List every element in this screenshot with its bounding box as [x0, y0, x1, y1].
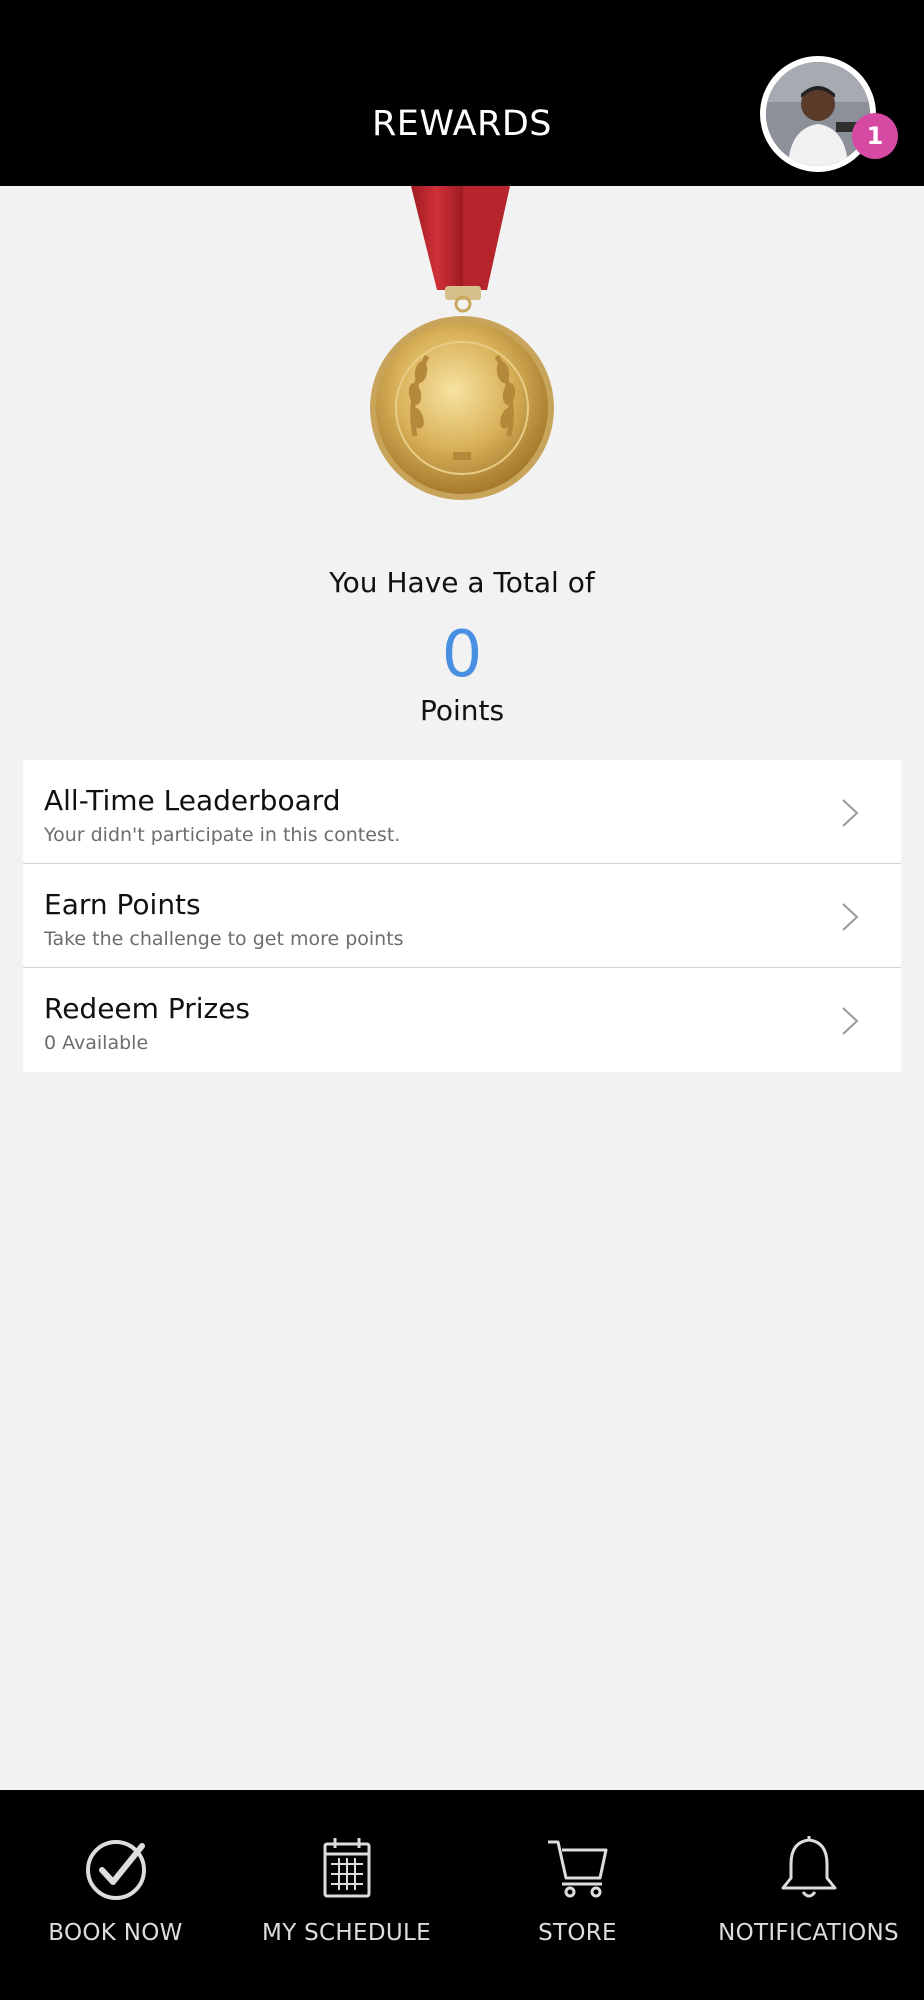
check-circle-icon — [85, 1840, 146, 1900]
nav-my-schedule[interactable]: MY SCHEDULE — [231, 1790, 462, 2000]
list-item-earn-points[interactable]: Earn Points Take the challenge to get mo… — [23, 864, 901, 968]
chevron-right-icon — [842, 1007, 859, 1035]
chevron-right-icon — [842, 903, 859, 931]
calendar-icon — [323, 1838, 370, 1898]
nav-label: MY SCHEDULE — [262, 1920, 431, 1946]
nav-label: BOOK NOW — [48, 1920, 183, 1946]
list-item-title: Earn Points — [44, 888, 201, 921]
total-points-caption: You Have a Total of — [329, 566, 595, 599]
list-item-subtitle: Your didn't participate in this contest. — [44, 824, 401, 846]
nav-store[interactable]: STORE — [462, 1790, 693, 2000]
list-item-title: Redeem Prizes — [44, 992, 251, 1025]
chevron-right-icon — [842, 799, 859, 827]
points-unit-label: Points — [419, 694, 505, 727]
list-item-subtitle: 0 Available — [44, 1032, 149, 1054]
list-item-leaderboard[interactable]: All-Time Leaderboard Your didn't partici… — [23, 760, 901, 864]
nav-book-now[interactable]: BOOK NOW — [0, 1790, 231, 2000]
list-item-subtitle: Take the challenge to get more points — [44, 928, 404, 950]
avatar-photo-icon — [766, 62, 870, 166]
nav-notifications[interactable]: NOTIFICATIONS — [693, 1790, 924, 2000]
list-item-title: All-Time Leaderboard — [44, 784, 341, 817]
medal-icon — [365, 186, 560, 506]
nav-label: STORE — [538, 1920, 617, 1946]
user-avatar[interactable] — [760, 56, 876, 172]
cart-icon — [547, 1840, 607, 1898]
bottom-navigation: BOOK NOW MY SCHEDULE STORE NOTIFICATIONS — [0, 1790, 924, 2000]
nav-label: NOTIFICATIONS — [718, 1920, 899, 1946]
list-item-redeem-prizes[interactable]: Redeem Prizes 0 Available — [23, 968, 901, 1072]
bell-icon — [781, 1836, 836, 1898]
top-header: REWARDS 1 — [0, 0, 924, 186]
rewards-menu-list: All-Time Leaderboard Your didn't partici… — [23, 760, 901, 1072]
notification-badge[interactable]: 1 — [852, 113, 898, 159]
points-value: 0 — [441, 618, 483, 692]
